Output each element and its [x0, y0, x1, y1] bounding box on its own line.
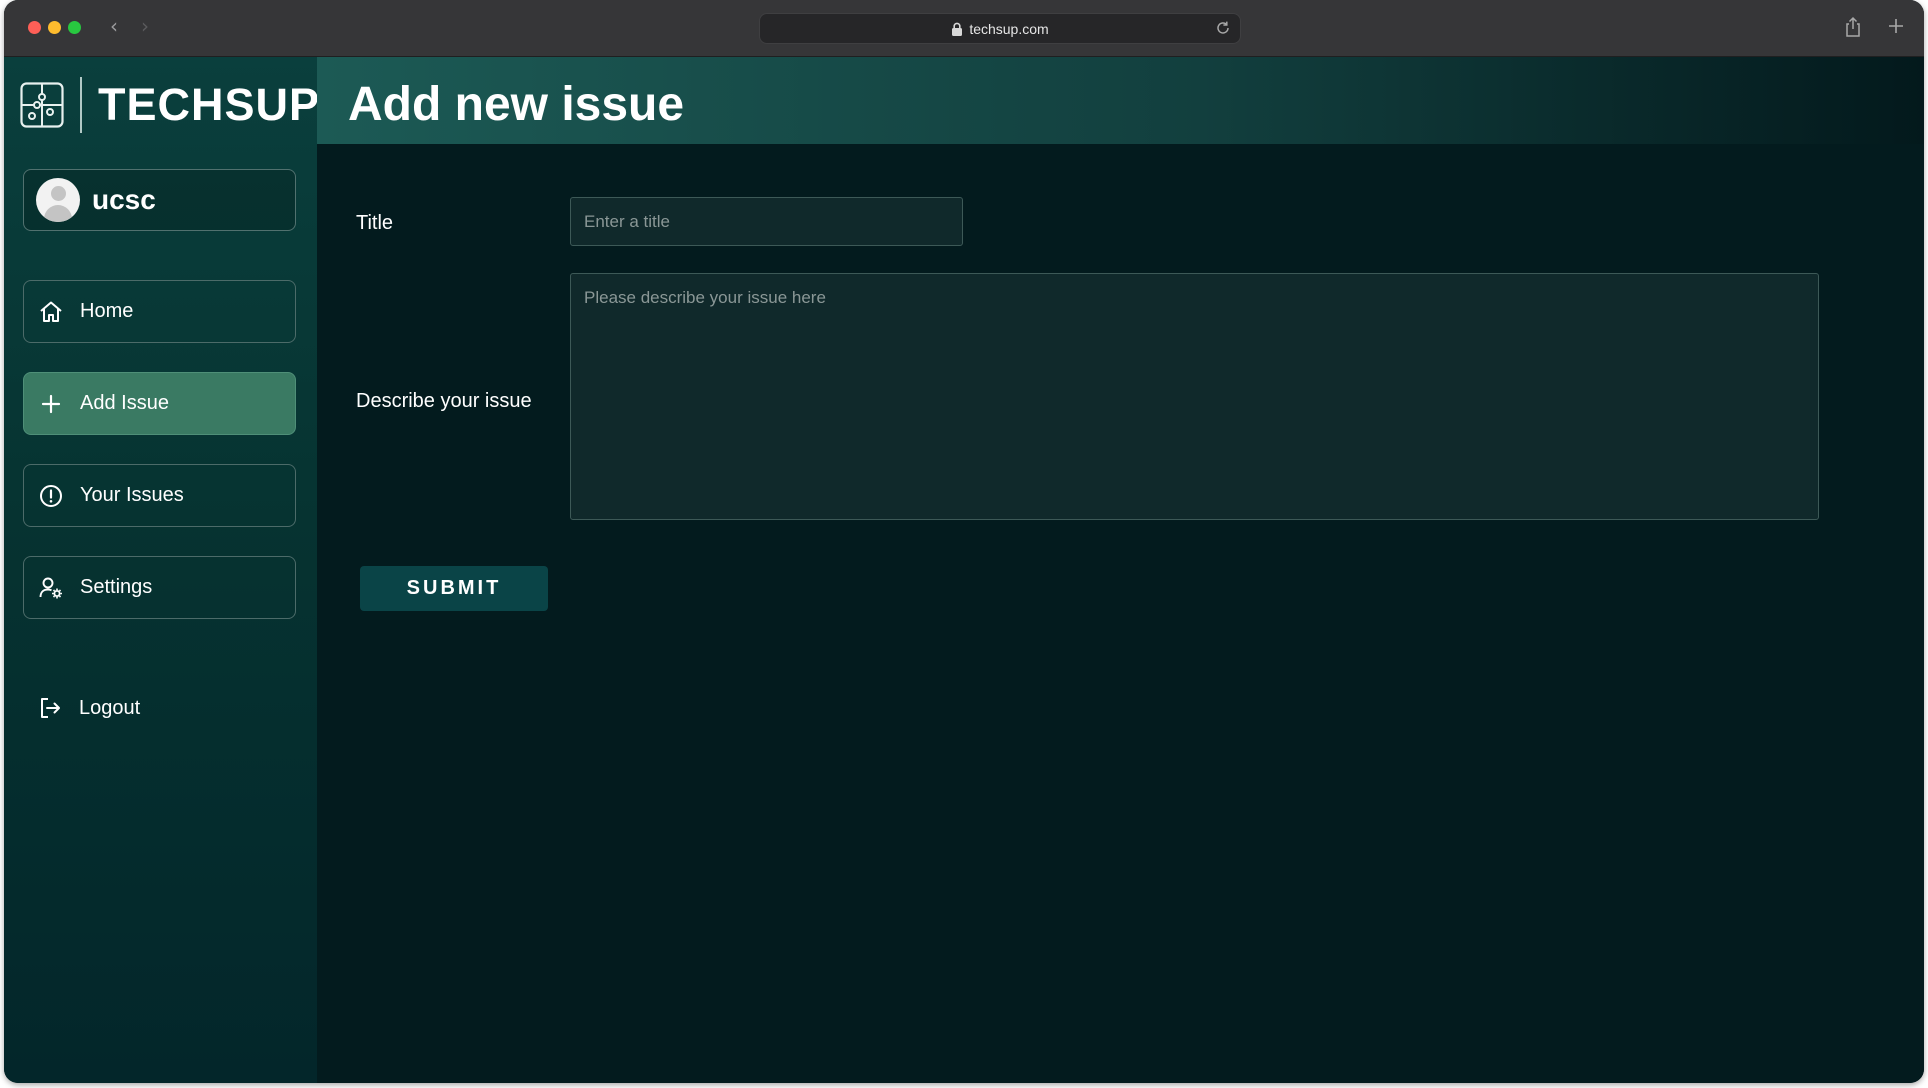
brand-name: TECHSUP	[98, 79, 321, 130]
logout-label: Logout	[79, 696, 141, 719]
url-text: techsup.com	[969, 20, 1049, 37]
logout-icon	[41, 698, 60, 718]
sidebar-item-your-issues[interactable]: Your Issues	[23, 464, 296, 527]
plus-icon	[41, 394, 61, 413]
submit-button[interactable]: SUBMIT	[360, 566, 548, 611]
forward-arrow-icon[interactable]: ›	[141, 14, 149, 38]
browser-window: ‹ › techsup.com TECHSUP ucsc Home Add Is…	[4, 0, 1924, 1083]
sidebar-item-add-issue[interactable]: Add Issue	[23, 372, 296, 435]
title-label: Title	[356, 212, 394, 234]
main-content: Add new issue Title Describe your issue …	[317, 57, 1924, 1083]
reload-icon[interactable]	[1214, 19, 1232, 37]
back-arrow-icon[interactable]: ‹	[110, 14, 118, 38]
sidebar-item-label: Home	[80, 300, 134, 322]
sidebar-item-label: Your Issues	[80, 484, 184, 506]
user-profile-card[interactable]: ucsc	[23, 169, 296, 231]
page-title: Add new issue	[348, 78, 685, 131]
address-bar[interactable]: techsup.com	[759, 13, 1241, 44]
user-name: ucsc	[92, 184, 156, 215]
brand-divider	[80, 77, 82, 133]
zoom-window-button[interactable]	[68, 21, 81, 34]
sidebar-item-label: Settings	[80, 576, 153, 598]
lock-icon	[952, 22, 963, 36]
minimize-window-button[interactable]	[48, 21, 61, 34]
avatar	[36, 178, 80, 222]
logout-button[interactable]: Logout	[37, 686, 140, 730]
exclamation-circle-icon	[40, 484, 62, 507]
sidebar-item-label: Add Issue	[80, 392, 169, 414]
description-textarea[interactable]	[570, 273, 1819, 520]
close-window-button[interactable]	[28, 21, 41, 34]
puzzle-logo-icon	[20, 82, 64, 128]
brand[interactable]: TECHSUP	[20, 77, 320, 133]
description-label: Describe your issue	[356, 390, 532, 412]
share-icon[interactable]	[1844, 16, 1862, 38]
sidebar-item-home[interactable]: Home	[23, 280, 296, 343]
page-header: Add new issue	[317, 57, 1924, 144]
user-gear-icon	[39, 577, 62, 598]
browser-toolbar: ‹ › techsup.com	[4, 0, 1924, 57]
title-input[interactable]	[570, 197, 963, 246]
sidebar-item-settings[interactable]: Settings	[23, 556, 296, 619]
new-tab-icon[interactable]	[1886, 16, 1906, 36]
sidebar: TECHSUP ucsc Home Add Issue Your Issues …	[4, 57, 320, 1083]
home-icon	[40, 301, 62, 322]
